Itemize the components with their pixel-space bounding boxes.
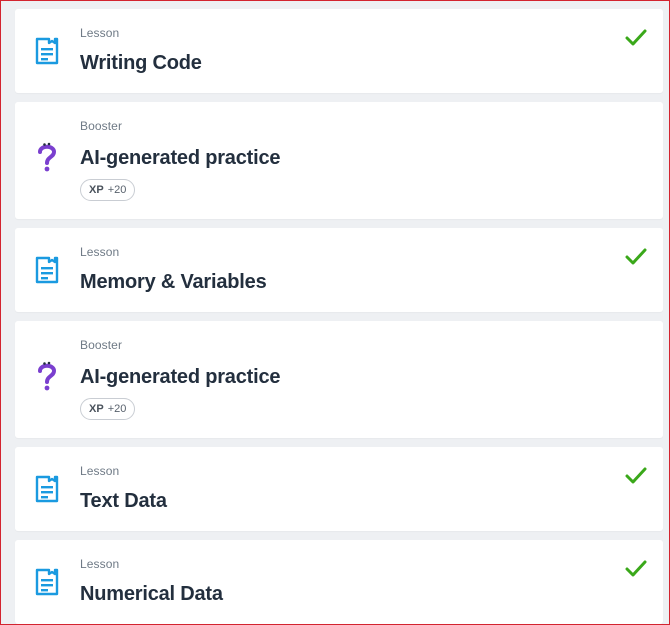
item-type-label: Lesson bbox=[80, 26, 120, 40]
document-icon bbox=[35, 568, 59, 596]
item-type-label: Lesson bbox=[80, 245, 120, 259]
check-icon bbox=[625, 248, 647, 265]
item-title: Writing Code bbox=[80, 52, 202, 74]
xp-value: +20 bbox=[107, 184, 127, 196]
check-icon bbox=[625, 467, 647, 484]
document-icon bbox=[35, 475, 59, 503]
booster-card-ai-practice[interactable]: Booster AI-generated practice XP +20 bbox=[15, 321, 663, 438]
booster-card-ai-practice[interactable]: Booster AI-generated practice XP +20 bbox=[15, 102, 663, 219]
item-title: Numerical Data bbox=[80, 583, 223, 605]
item-title: AI-generated practice bbox=[80, 366, 281, 388]
item-title: AI-generated practice bbox=[80, 147, 281, 169]
xp-label: XP bbox=[89, 184, 104, 196]
xp-badge: XP +20 bbox=[80, 179, 136, 201]
check-icon bbox=[625, 29, 647, 46]
document-icon bbox=[35, 256, 59, 284]
check-icon bbox=[625, 560, 647, 577]
lesson-card-writing-code[interactable]: Lesson Writing Code bbox=[15, 9, 663, 93]
item-type-label: Lesson bbox=[80, 464, 120, 478]
lesson-card-memory-variables[interactable]: Lesson Memory & Variables bbox=[15, 228, 663, 312]
document-icon bbox=[35, 37, 59, 65]
item-title: Text Data bbox=[80, 490, 167, 512]
lesson-list-window: Lesson Writing Code Booster AI-generated… bbox=[0, 0, 670, 625]
xp-label: XP bbox=[89, 403, 104, 415]
question-mark-icon bbox=[38, 142, 57, 172]
item-type-label: Booster bbox=[80, 338, 123, 352]
question-mark-icon bbox=[38, 361, 57, 391]
lesson-card-text-data[interactable]: Lesson Text Data bbox=[15, 447, 663, 531]
xp-value: +20 bbox=[107, 403, 127, 415]
lesson-card-numerical-data[interactable]: Lesson Numerical Data bbox=[15, 540, 663, 624]
item-type-label: Lesson bbox=[80, 557, 120, 571]
xp-badge: XP +20 bbox=[80, 398, 136, 420]
item-type-label: Booster bbox=[80, 119, 123, 133]
item-title: Memory & Variables bbox=[80, 271, 267, 293]
lesson-list: Lesson Writing Code Booster AI-generated… bbox=[15, 9, 663, 624]
